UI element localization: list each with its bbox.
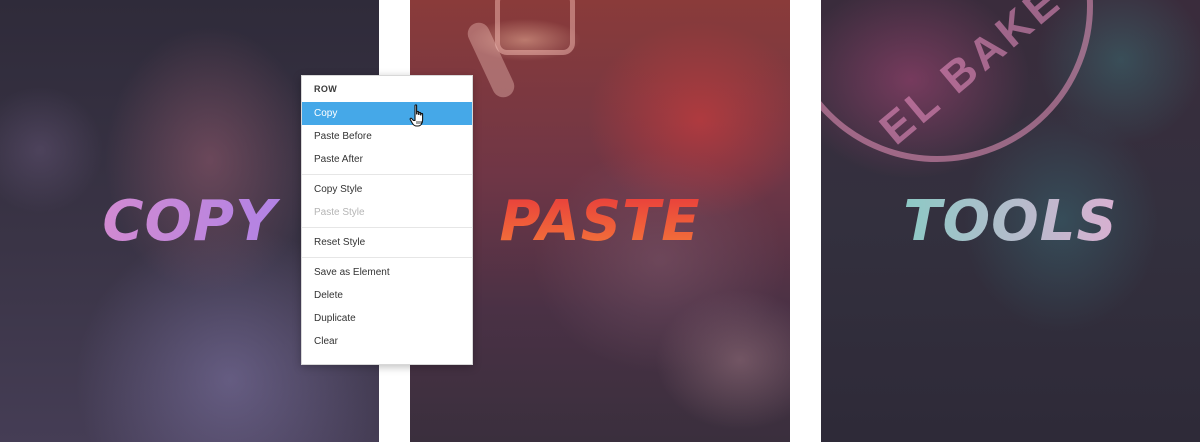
menu-item-duplicate[interactable]: Duplicate xyxy=(302,307,472,330)
hand-pointer-icon xyxy=(409,104,424,127)
tools-photo-panel: EL BAKE TOOLS xyxy=(821,0,1200,442)
menu-item-copy[interactable]: Copy xyxy=(302,102,472,125)
neon-light-decoration xyxy=(495,0,575,55)
menu-item-reset-style[interactable]: Reset Style xyxy=(302,231,472,254)
menu-divider xyxy=(302,174,472,175)
menu-item-clear[interactable]: Clear xyxy=(302,330,472,353)
menu-item-save-as-element[interactable]: Save as Element xyxy=(302,261,472,284)
menu-item-copy-style[interactable]: Copy Style xyxy=(302,178,472,201)
menu-item-delete[interactable]: Delete xyxy=(302,284,472,307)
tools-title: TOOLS xyxy=(821,190,1200,254)
context-menu: ROW Copy Paste Before Paste After Copy S… xyxy=(301,75,473,365)
menu-divider xyxy=(302,227,472,228)
menu-item-paste-after[interactable]: Paste After xyxy=(302,148,472,171)
menu-item-paste-style: Paste Style xyxy=(314,207,365,218)
menu-header-row: ROW xyxy=(314,84,338,94)
menu-divider xyxy=(302,257,472,258)
menu-item-paste-before[interactable]: Paste Before xyxy=(302,125,472,148)
